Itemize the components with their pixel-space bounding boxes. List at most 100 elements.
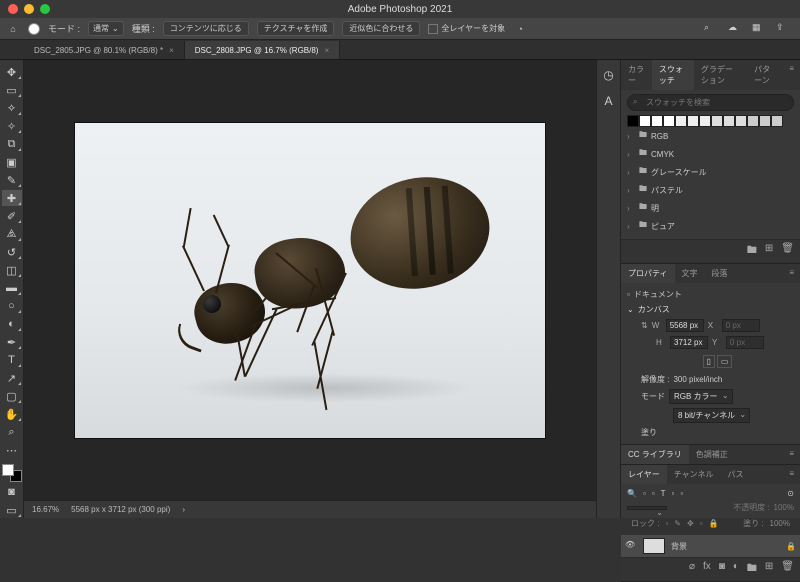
history-icon[interactable]: ◷ xyxy=(603,68,613,82)
brush-tool[interactable]: ✐ xyxy=(2,208,22,224)
lock-icon[interactable]: 🔒 xyxy=(709,519,719,528)
filter-type[interactable]: ▫ xyxy=(672,489,675,498)
crop-tool[interactable]: ⧉ xyxy=(2,136,22,152)
quickmask-toggle[interactable]: ◙ xyxy=(2,484,22,500)
gradient-tool[interactable]: ▬ xyxy=(2,280,22,296)
brush-preview[interactable] xyxy=(28,23,40,35)
zoom-level[interactable]: 16.67% xyxy=(32,505,59,514)
minimize-button[interactable] xyxy=(24,4,34,14)
frame-tool[interactable]: ▣ xyxy=(2,154,22,170)
document-tab[interactable]: DSC_2805.JPG @ 80.1% (RGB/8) *× xyxy=(24,41,185,59)
new-icon[interactable]: ⊞ xyxy=(765,243,773,260)
maximize-button[interactable] xyxy=(40,4,50,14)
swatch-folder[interactable]: ›🖿グレースケール xyxy=(627,163,794,181)
stamp-tool[interactable]: ⧌ xyxy=(2,226,22,242)
bitdepth-dropdown[interactable]: 8 bit/チャンネル xyxy=(673,408,750,423)
filter-type[interactable]: T xyxy=(661,489,666,498)
eyedropper-tool[interactable]: ✎ xyxy=(2,172,22,188)
canvas-section[interactable]: カンバス xyxy=(638,304,670,315)
chevron-right-icon[interactable]: › xyxy=(182,505,185,514)
x-field[interactable]: 0 px xyxy=(722,319,760,332)
pressure-icon[interactable]: ◔ xyxy=(513,22,527,36)
y-field[interactable]: 0 px xyxy=(726,336,764,349)
search-icon[interactable]: ⌕ xyxy=(704,22,718,36)
filter-type[interactable]: ▫ xyxy=(680,489,683,498)
eraser-tool[interactable]: ◫ xyxy=(2,262,22,278)
orientation-landscape[interactable]: ▭ xyxy=(717,355,733,368)
screenmode-toggle[interactable]: ▭ xyxy=(2,502,22,518)
shape-tool[interactable]: ▢ xyxy=(2,388,22,404)
swatch-folder[interactable]: ›🖿CMYK xyxy=(627,145,794,163)
layer-thumbnail[interactable] xyxy=(643,538,665,554)
zoom-tool[interactable]: ⌕ xyxy=(2,424,22,440)
mode-dropdown[interactable]: 通常⌄ xyxy=(88,21,124,36)
healing-tool[interactable]: ✚ xyxy=(2,190,22,206)
swatch-folder[interactable]: ›🖿ピュア xyxy=(627,217,794,235)
move-tool[interactable]: ✥ xyxy=(2,64,22,80)
tab-character[interactable]: 文字 xyxy=(675,264,705,283)
height-field[interactable]: 3712 px xyxy=(670,336,708,349)
tab-patterns[interactable]: パターン xyxy=(747,60,783,90)
mask-icon[interactable]: ◙ xyxy=(719,561,725,578)
tab-adjustments[interactable]: 色調補正 xyxy=(689,445,735,464)
lock-icon[interactable]: ▫ xyxy=(700,519,703,528)
orientation-portrait[interactable]: ▯ xyxy=(703,355,715,368)
filter-icon[interactable]: 🔍 xyxy=(627,489,637,498)
swatch-search[interactable]: スウォッチを検索 xyxy=(627,94,794,111)
trash-icon[interactable]: 🗑 xyxy=(781,243,794,260)
panel-menu-icon[interactable]: ≡ xyxy=(783,445,800,464)
tab-swatches[interactable]: スウォッチ xyxy=(652,60,694,90)
edit-toolbar[interactable]: ⋯ xyxy=(2,442,22,458)
workspace-icon[interactable]: ▦ xyxy=(752,22,766,36)
tab-channels[interactable]: チャンネル xyxy=(667,465,721,484)
fill-value[interactable]: 100% xyxy=(770,519,790,528)
text-icon[interactable]: A xyxy=(604,94,612,108)
visibility-icon[interactable]: 👁 xyxy=(625,540,637,552)
pen-tool[interactable]: ✒ xyxy=(2,334,22,350)
swatch-row[interactable] xyxy=(627,115,794,127)
width-field[interactable]: 5568 px xyxy=(666,319,704,332)
tab-color[interactable]: カラー xyxy=(621,60,652,90)
path-tool[interactable]: ↗ xyxy=(2,370,22,386)
tab-libraries[interactable]: CC ライブラリ xyxy=(621,445,689,464)
tab-paragraph[interactable]: 段落 xyxy=(705,264,735,283)
history-brush-tool[interactable]: ↺ xyxy=(2,244,22,260)
fx-icon[interactable]: fx xyxy=(703,561,711,578)
opacity-value[interactable]: 100% xyxy=(774,503,794,512)
link-icon[interactable]: ⇅ xyxy=(641,321,648,330)
lasso-tool[interactable]: ⟡ xyxy=(2,100,22,116)
layer-row[interactable]: 👁 背景 🔒 xyxy=(621,535,800,557)
wand-tool[interactable]: ✧ xyxy=(2,118,22,134)
lock-icon[interactable]: ✎ xyxy=(674,519,681,528)
dodge-tool[interactable]: ◐ xyxy=(2,316,22,332)
swatch-folder[interactable]: ›🖿RGB xyxy=(627,127,794,145)
panel-menu-icon[interactable]: ≡ xyxy=(783,60,800,90)
hand-tool[interactable]: ✋ xyxy=(2,406,22,422)
content-aware-button[interactable]: コンテンツに応じる xyxy=(163,21,249,36)
tab-paths[interactable]: パス xyxy=(721,465,751,484)
folder-icon[interactable]: 🖿 xyxy=(747,243,757,260)
panel-menu-icon[interactable]: ≡ xyxy=(783,465,800,484)
adjustment-icon[interactable]: ◐ xyxy=(733,561,739,578)
create-texture-button[interactable]: テクスチャを作成 xyxy=(257,21,335,36)
proximity-match-button[interactable]: 近似色に合わせる xyxy=(342,21,420,36)
filter-type[interactable]: ▫ xyxy=(652,489,655,498)
type-tool[interactable]: T xyxy=(2,352,22,368)
blend-dropdown[interactable] xyxy=(627,506,667,510)
cloud-icon[interactable]: ☁ xyxy=(728,22,742,36)
canvas[interactable] xyxy=(24,60,596,500)
document-tab[interactable]: DSC_2808.JPG @ 16.7% (RGB/8)× xyxy=(185,41,340,59)
lock-icon[interactable]: ▫ xyxy=(665,519,668,528)
all-layers-checkbox[interactable]: 全レイヤーを対象 xyxy=(428,23,505,34)
link-icon[interactable]: ⌀ xyxy=(689,561,695,578)
tab-properties[interactable]: プロパティ xyxy=(621,264,675,283)
swatch-folder[interactable]: ›🖿明 xyxy=(627,199,794,217)
filter-toggle[interactable]: ⊙ xyxy=(787,489,794,498)
marquee-tool[interactable]: ▭ xyxy=(2,82,22,98)
swatch-folder[interactable]: ›🖿パステル xyxy=(627,181,794,199)
colormode-dropdown[interactable]: RGB カラー xyxy=(669,389,733,404)
layer-name[interactable]: 背景 xyxy=(671,541,687,552)
lock-icon[interactable]: 🔒 xyxy=(786,542,796,551)
new-layer-icon[interactable]: ⊞ xyxy=(765,561,773,578)
document-info[interactable]: 5568 px x 3712 px (300 ppi) xyxy=(71,505,170,514)
